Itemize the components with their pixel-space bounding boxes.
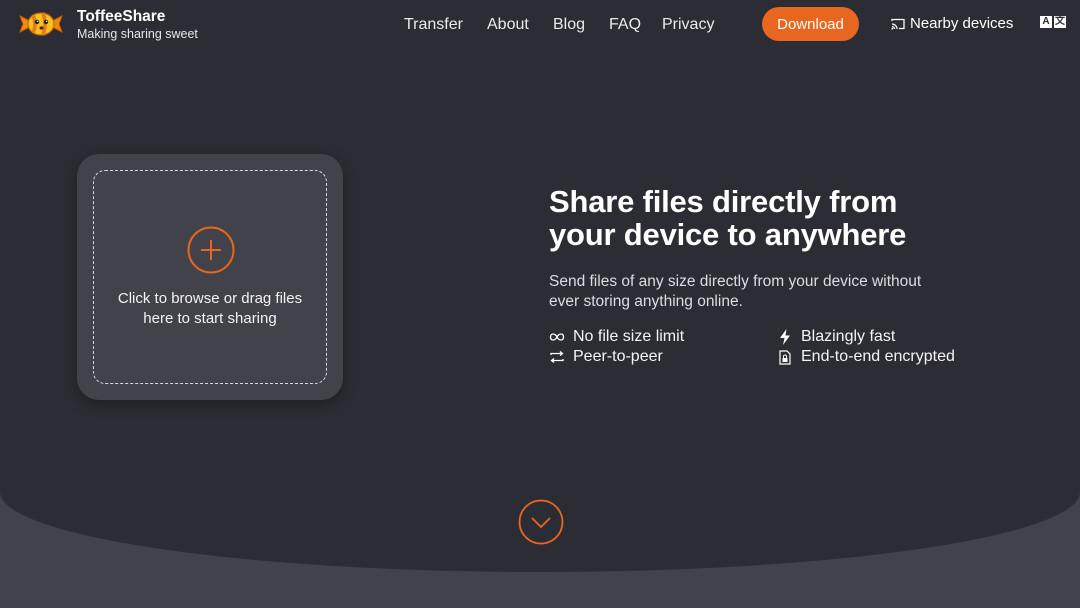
swap-arrows-icon bbox=[549, 349, 565, 365]
nav-link-faq[interactable]: FAQ bbox=[609, 16, 641, 34]
feature-blazingly-fast: Blazingly fast bbox=[777, 328, 895, 346]
cast-icon bbox=[891, 18, 905, 30]
nav-link-blog[interactable]: Blog bbox=[553, 16, 585, 34]
brand-tagline: Making sharing sweet bbox=[77, 26, 198, 41]
feature-no-size-limit: No file size limit bbox=[549, 328, 684, 346]
infinity-icon bbox=[549, 329, 565, 345]
nav-link-privacy[interactable]: Privacy bbox=[662, 16, 714, 34]
feature-label: End-to-end encrypted bbox=[801, 348, 955, 365]
logo[interactable]: ToffeeShare Making sharing sweet bbox=[16, 8, 198, 40]
download-button[interactable]: Download bbox=[762, 7, 859, 41]
file-drop-card[interactable]: Click to browse or drag files here to st… bbox=[77, 154, 343, 400]
feature-encrypted: End-to-end encrypted bbox=[777, 348, 955, 366]
plus-circle-icon bbox=[187, 226, 235, 274]
candy-logo-icon bbox=[19, 12, 63, 36]
feature-label: Peer-to-peer bbox=[573, 348, 663, 365]
file-dropzone[interactable]: Click to browse or drag files here to st… bbox=[93, 170, 327, 384]
dropzone-instructions: Click to browse or drag files here to st… bbox=[117, 290, 303, 327]
translate-cjk-glyph: 文 bbox=[1054, 16, 1066, 28]
chevron-down-circle-icon[interactable] bbox=[518, 499, 564, 545]
feature-label: Blazingly fast bbox=[801, 328, 896, 345]
hero-headline: Share files directly from your device to… bbox=[549, 184, 907, 252]
hero-subtext: Send files of any size directly from you… bbox=[549, 273, 922, 310]
feature-peer-to-peer: Peer-to-peer bbox=[549, 348, 663, 366]
translate-a-glyph: A bbox=[1040, 16, 1052, 28]
nav-link-about[interactable]: About bbox=[487, 16, 529, 34]
encrypted-file-icon bbox=[777, 349, 793, 365]
lightning-icon bbox=[777, 329, 793, 345]
site-header: ToffeeShare Making sharing sweet Transfe… bbox=[0, 0, 1080, 50]
nearby-devices-link[interactable]: Nearby devices bbox=[891, 15, 1013, 32]
nav-link-transfer[interactable]: Transfer bbox=[404, 16, 463, 34]
feature-label: No file size limit bbox=[573, 328, 685, 345]
brand-name: ToffeeShare bbox=[77, 8, 166, 25]
nearby-devices-label: Nearby devices bbox=[910, 15, 1014, 32]
translate-icon[interactable]: A 文 bbox=[1040, 16, 1066, 28]
